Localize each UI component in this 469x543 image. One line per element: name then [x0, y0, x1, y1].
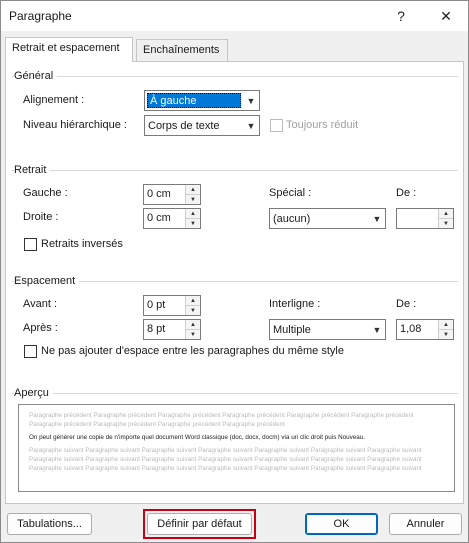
tab-strip: Retrait et espacement Enchaînements	[1, 31, 468, 62]
chevron-down-icon: ▼	[372, 213, 382, 224]
alignment-label: Alignement :	[23, 94, 85, 106]
outline-level-dropdown[interactable]: Corps de texte ▼	[144, 115, 260, 136]
collapsed-checkbox[interactable]	[270, 119, 283, 132]
no-space-same-style-checkbox[interactable]	[24, 345, 37, 358]
section-divider	[12, 393, 458, 394]
set-default-button-label: Définir par défaut	[157, 518, 242, 530]
special-value: (aucun)	[273, 212, 311, 225]
mirror-indents-checkbox[interactable]	[24, 238, 37, 251]
tab-label: Enchaînements	[143, 44, 220, 56]
tab-line-page-breaks[interactable]: Enchaînements	[136, 39, 228, 61]
section-indent-label: Retrait	[14, 164, 51, 176]
tabs-button-label: Tabulations...	[17, 518, 82, 530]
set-default-button[interactable]: Définir par défaut	[147, 513, 252, 535]
special-label: Spécial :	[269, 187, 312, 199]
line-spacing-dropdown[interactable]: Multiple ▼	[269, 319, 386, 340]
spin-up-icon[interactable]: ▲	[439, 320, 453, 329]
line-spacing-value: Multiple	[273, 323, 311, 336]
preview-next-line: Paragraphe suivant Paragraphe suivant Pa…	[29, 465, 422, 472]
section-divider	[12, 170, 458, 171]
indent-left-spinner[interactable]: 0 cm ▲ ▼	[143, 184, 201, 205]
alignment-value: À gauche	[147, 93, 241, 108]
line-spacing-label: Interligne :	[269, 298, 321, 310]
preview-current-text: On peut générer une copie de n'importe q…	[29, 434, 366, 441]
preview-next-line: Paragraphe suivant Paragraphe suivant Pa…	[29, 456, 422, 463]
tabs-button[interactable]: Tabulations...	[7, 513, 92, 535]
ok-button-label: OK	[333, 518, 350, 530]
outline-level-label: Niveau hiérarchique :	[23, 119, 127, 131]
spacing-after-spinner[interactable]: 8 pt ▲ ▼	[143, 319, 201, 340]
no-space-same-style-label: Ne pas ajouter d'espace entre les paragr…	[41, 345, 344, 357]
spin-up-icon[interactable]: ▲	[186, 185, 200, 194]
spacing-after-value: 8 pt	[147, 323, 166, 335]
spin-down-icon[interactable]: ▼	[186, 305, 200, 315]
indent-by-value	[397, 209, 438, 228]
spacing-before-label: Avant :	[23, 298, 58, 310]
indent-by-spinner[interactable]: ▲ ▼	[396, 208, 454, 229]
indent-right-spinner[interactable]: 0 cm ▲ ▼	[143, 208, 201, 229]
section-divider	[12, 76, 458, 77]
cancel-button[interactable]: Annuler	[389, 513, 462, 535]
paragraph-dialog: Paragraphe ? ✕ Retrait et espacement Enc…	[0, 0, 469, 543]
indent-left-label: Gauche :	[23, 187, 68, 199]
paragraph-preview: Paragraphe précédent Paragraphe précéden…	[18, 404, 455, 492]
alignment-dropdown[interactable]: À gauche ▼	[144, 90, 260, 111]
spacing-before-spinner[interactable]: 0 pt ▲ ▼	[143, 295, 201, 316]
section-general-label: Général	[14, 70, 58, 82]
spin-up-icon[interactable]: ▲	[186, 320, 200, 329]
indent-left-value: 0 cm	[147, 188, 171, 200]
spin-down-icon[interactable]: ▼	[439, 218, 453, 228]
spin-up-icon[interactable]: ▲	[439, 209, 453, 218]
chevron-down-icon: ▼	[246, 95, 256, 106]
preview-previous-line: Paragraphe précédent Paragraphe précéden…	[29, 412, 414, 419]
line-spacing-at-spinner[interactable]: 1,08 ▲ ▼	[396, 319, 454, 340]
close-button[interactable]: ✕	[431, 3, 461, 29]
spacing-after-label: Après :	[23, 322, 58, 334]
indent-right-label: Droite :	[23, 211, 59, 223]
mirror-indents-label: Retraits inversés	[41, 238, 123, 250]
preview-next-line: Paragraphe suivant Paragraphe suivant Pa…	[29, 447, 422, 454]
spin-down-icon[interactable]: ▼	[186, 218, 200, 228]
spacing-before-value: 0 pt	[147, 299, 166, 311]
section-preview-label: Aperçu	[14, 387, 53, 399]
indent-by-label: De :	[396, 187, 417, 199]
section-spacing-label: Espacement	[14, 275, 80, 287]
spin-down-icon[interactable]: ▼	[186, 329, 200, 339]
spin-up-icon[interactable]: ▲	[186, 209, 200, 218]
spin-down-icon[interactable]: ▼	[439, 329, 453, 339]
line-spacing-at-label: De :	[396, 298, 417, 310]
outline-level-value: Corps de texte	[148, 119, 220, 132]
title-bar: Paragraphe ? ✕	[1, 1, 468, 31]
cancel-button-label: Annuler	[406, 518, 445, 530]
spin-down-icon[interactable]: ▼	[186, 194, 200, 204]
spin-up-icon[interactable]: ▲	[186, 296, 200, 305]
tab-label: Retrait et espacement	[12, 42, 120, 54]
tab-panel: Général Alignement : À gauche ▼ Niveau h…	[5, 61, 464, 504]
help-icon: ?	[397, 8, 405, 24]
special-dropdown[interactable]: (aucun) ▼	[269, 208, 386, 229]
preview-previous-line: Paragraphe précédent Paragraphe précéden…	[29, 421, 285, 428]
ok-button[interactable]: OK	[305, 513, 378, 535]
chevron-down-icon: ▼	[246, 120, 256, 131]
close-icon: ✕	[440, 7, 452, 24]
help-button[interactable]: ?	[386, 3, 416, 29]
collapsed-label: Toujours réduit	[286, 119, 359, 131]
chevron-down-icon: ▼	[372, 324, 382, 335]
indent-right-value: 0 cm	[147, 212, 171, 224]
tab-indents-spacing[interactable]: Retrait et espacement	[5, 37, 133, 62]
line-spacing-at-value: 1,08	[400, 323, 422, 335]
window-title: Paragraphe	[9, 9, 72, 23]
